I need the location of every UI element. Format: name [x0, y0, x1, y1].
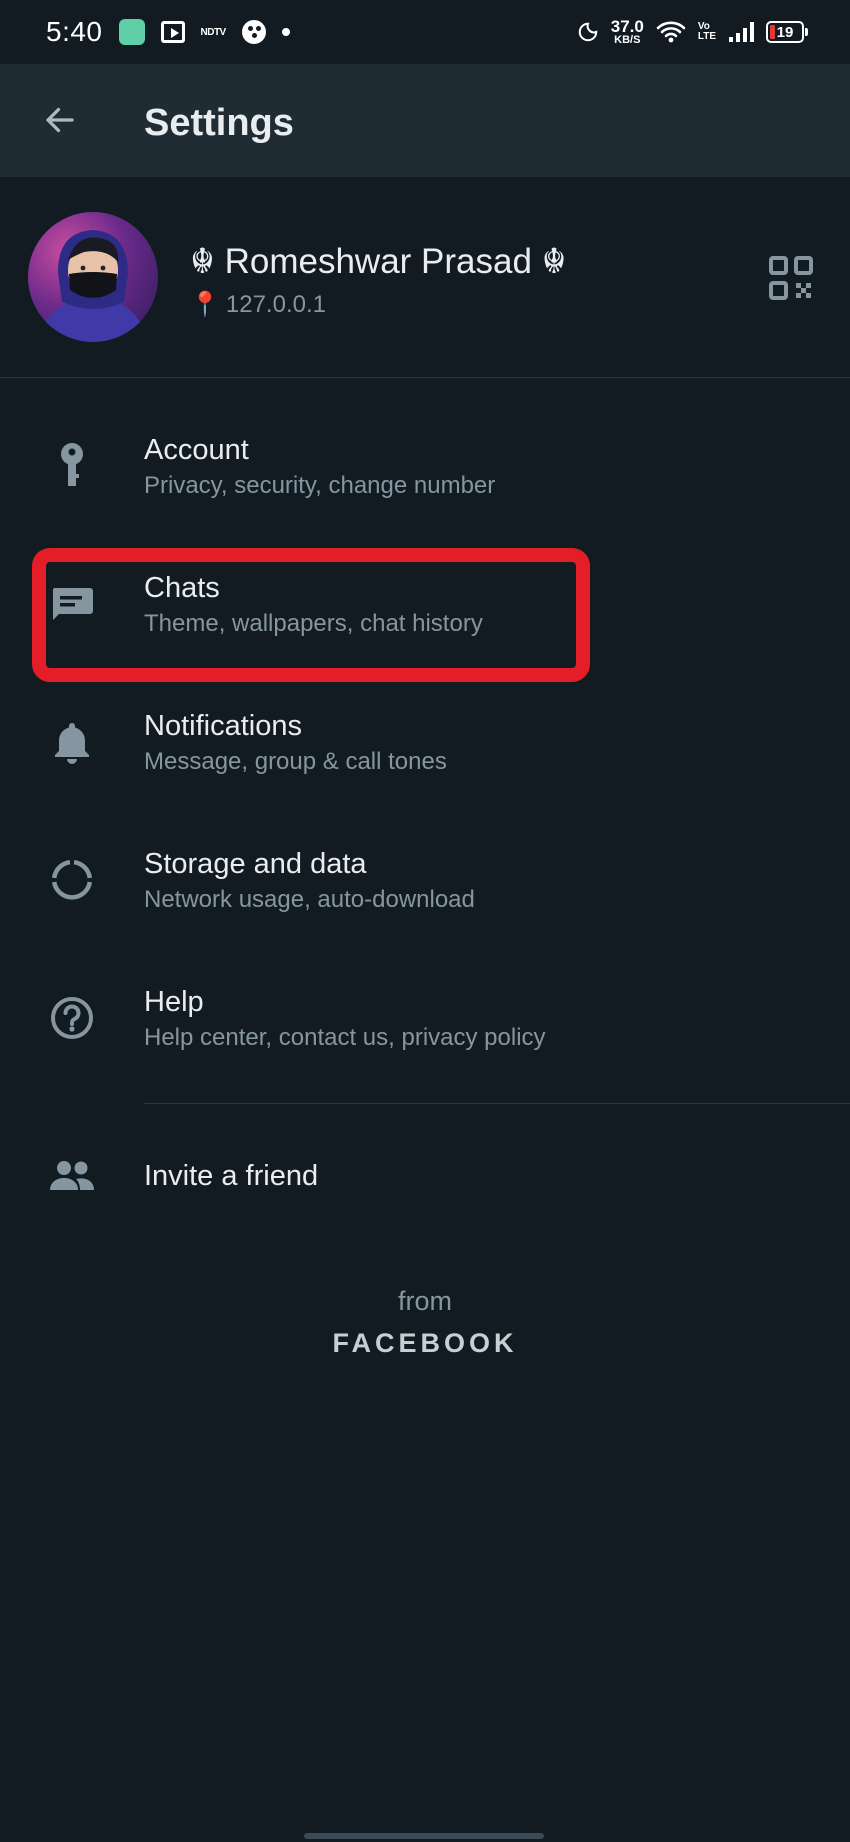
- settings-item-title: Notifications: [144, 710, 302, 742]
- settings-item-subtitle: Theme, wallpapers, chat history: [144, 610, 483, 637]
- back-button[interactable]: [34, 94, 86, 146]
- app-notification-icon: [118, 19, 145, 45]
- settings-item-title: Account: [144, 434, 249, 466]
- profile-name: ☬ Romeshwar Prasad ☬: [190, 242, 567, 281]
- moon-icon: [578, 22, 598, 42]
- volte-icon: Vo LTE: [697, 21, 716, 42]
- more-notifications-dot-icon: [281, 28, 290, 36]
- profile-section[interactable]: ☬ Romeshwar Prasad ☬ 📍 127.0.0.1: [0, 177, 850, 378]
- wifi-icon: [656, 21, 686, 43]
- battery-icon: 19: [766, 21, 808, 43]
- settings-item-title: Invite a friend: [144, 1160, 319, 1192]
- arrow-left-icon: [46, 107, 74, 133]
- people-icon: [46, 1150, 98, 1202]
- pin-icon: 📍: [190, 291, 220, 318]
- qr-code-button[interactable]: [768, 255, 814, 301]
- chat-icon: [46, 578, 98, 630]
- settings-item-account[interactable]: Account Privacy, security, change number: [0, 400, 850, 538]
- avatar[interactable]: [28, 212, 158, 342]
- status-time: 5:40: [46, 16, 103, 47]
- settings-item-title: Chats: [144, 572, 220, 604]
- settings-item-title: Storage and data: [144, 848, 367, 880]
- bell-icon: [46, 716, 98, 768]
- data-usage-icon: [46, 854, 98, 906]
- ndtv-notification-icon: NDTV: [200, 26, 227, 38]
- qr-code-icon: [769, 256, 813, 300]
- avatar-image: [38, 230, 148, 342]
- footer-from: from: [398, 1286, 452, 1316]
- settings-item-title: Help: [144, 986, 204, 1018]
- profile-status: 📍 127.0.0.1: [190, 291, 326, 318]
- home-indicator[interactable]: [304, 1833, 544, 1839]
- settings-item-notifications[interactable]: Notifications Message, group & call tone…: [0, 676, 850, 814]
- settings-item-subtitle: Privacy, security, change number: [144, 472, 496, 499]
- settings-item-storage[interactable]: Storage and data Network usage, auto-dow…: [0, 814, 850, 952]
- footer-brand: FACEBOOK: [332, 1328, 518, 1358]
- settings-item-subtitle: Network usage, auto-download: [144, 886, 475, 913]
- settings-item-help[interactable]: Help Help center, contact us, privacy po…: [0, 952, 850, 1090]
- settings-item-subtitle: Help center, contact us, privacy policy: [144, 1024, 546, 1051]
- settings-item-subtitle: Message, group & call tones: [144, 748, 447, 775]
- page-title: Settings: [144, 102, 294, 144]
- settings-item-chats[interactable]: Chats Theme, wallpapers, chat history: [0, 538, 850, 676]
- app-bar: Settings: [0, 64, 850, 177]
- settings-item-invite[interactable]: Invite a friend: [0, 1110, 850, 1244]
- video-notification-icon: [160, 21, 185, 43]
- status-bar: 5:40 NDTV 37.0 KB/S Vo LTE 19: [0, 0, 850, 64]
- palette-notification-icon: [241, 20, 266, 44]
- signal-icon: [729, 22, 754, 42]
- divider: [144, 1103, 850, 1104]
- network-speed: 37.0 KB/S: [610, 17, 644, 46]
- help-icon: [46, 992, 98, 1044]
- key-icon: [46, 440, 98, 492]
